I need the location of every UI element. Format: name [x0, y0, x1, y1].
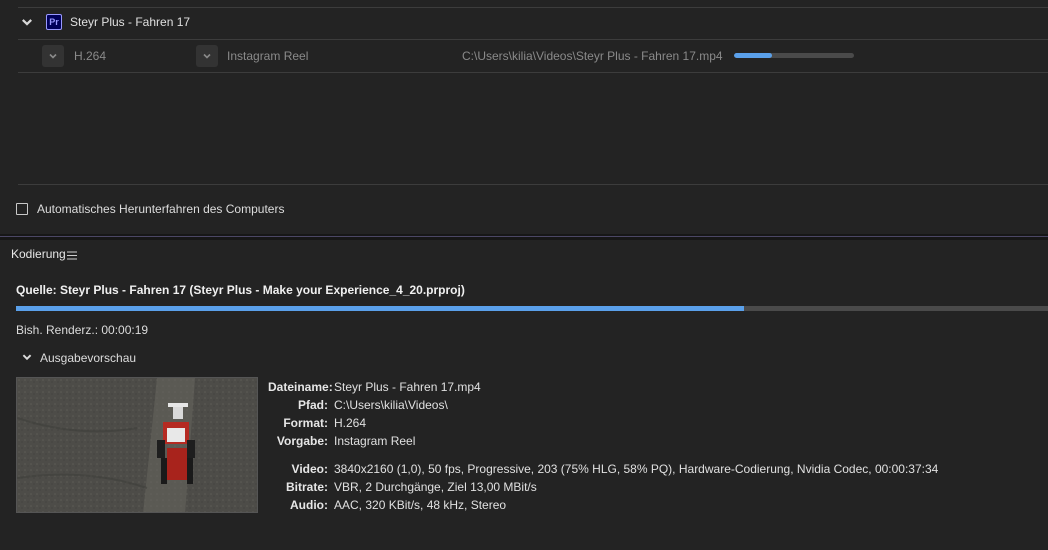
preview-collapse-icon[interactable] [21, 351, 33, 363]
source-label: Quelle: Steyr Plus - Fahren 17 (Steyr Pl… [16, 283, 465, 297]
top-divider [18, 7, 1048, 8]
chevron-down-icon [203, 53, 211, 59]
premiere-pro-badge-icon: Pr [46, 14, 62, 30]
encoding-progress-fill [16, 306, 744, 311]
encoding-panel-title: Kodierung [11, 247, 66, 261]
output-path-link[interactable]: C:\Users\kilia\Videos\Steyr Plus - Fahre… [462, 49, 723, 63]
panel-menu-icon[interactable] [67, 249, 77, 260]
encoding-progress-track [16, 306, 1048, 311]
chevron-down-icon [49, 53, 57, 59]
queue-item-divider [18, 39, 1048, 40]
panel-separator [0, 234, 1048, 240]
bitrate-label: Bitrate: [285, 480, 328, 494]
preset-detail-value: Instagram Reel [334, 434, 416, 448]
filename-value: Steyr Plus - Fahren 17.mp4 [334, 380, 481, 394]
audio-label: Audio: [290, 498, 328, 512]
panel-separator-highlight [0, 236, 1048, 237]
elapsed-render-time: Bish. Renderz.: 00:00:19 [16, 323, 149, 337]
queue-item-expand-icon[interactable] [20, 15, 34, 29]
preset-value[interactable]: Instagram Reel [227, 49, 308, 63]
shutdown-checkbox[interactable] [16, 203, 28, 215]
video-label: Video: [291, 462, 328, 476]
premiere-pro-badge-label: Pr [49, 17, 59, 27]
queue-progress-track [734, 53, 854, 58]
queue-output-divider [18, 72, 1048, 73]
path-value: C:\Users\kilia\Videos\ [334, 398, 448, 412]
preview-section-label[interactable]: Ausgabevorschau [40, 351, 136, 365]
output-preview-thumbnail [16, 377, 258, 513]
queue-bottom-divider [18, 184, 1048, 185]
bitrate-value: VBR, 2 Durchgänge, Ziel 13,00 MBit/s [334, 480, 537, 494]
queue-item-title: Steyr Plus - Fahren 17 [70, 15, 191, 29]
shutdown-label[interactable]: Automatisches Herunterfahren des Compute… [37, 202, 284, 216]
queue-progress-fill [734, 53, 773, 58]
path-label: Pfad: [298, 398, 328, 412]
video-value: 3840x2160 (1,0), 50 fps, Progressive, 20… [334, 462, 939, 476]
filename-label: Dateiname: [268, 380, 333, 394]
preset-label: Vorgabe: [276, 434, 328, 448]
format-label: Format: [283, 416, 328, 430]
preset-dropdown-button[interactable] [196, 45, 218, 67]
format-dropdown-button[interactable] [42, 45, 64, 67]
format-detail-value: H.264 [334, 416, 367, 430]
audio-value: AAC, 320 KBit/s, 48 kHz, Stereo [334, 498, 507, 512]
format-value[interactable]: H.264 [74, 49, 106, 63]
